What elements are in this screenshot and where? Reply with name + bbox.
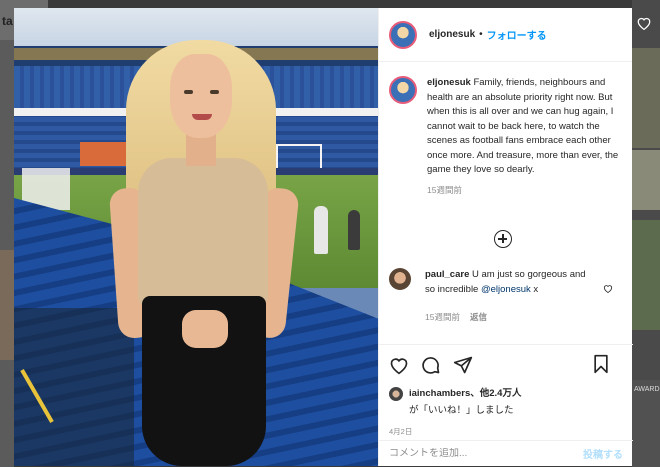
like-heart-icon[interactable] (389, 355, 409, 375)
photo-cameraman (314, 206, 328, 254)
bookmark-icon[interactable] (591, 354, 611, 374)
background-thumbnail: AWARD (632, 380, 660, 467)
caption-text: eljonesuk Family, friends, neighbours an… (427, 76, 623, 178)
post-date[interactable]: 4月2日 (389, 426, 623, 437)
likes-line2: が「いいね！」しました (409, 405, 514, 416)
photo-top (138, 158, 268, 308)
background-logo-text: ta (2, 14, 13, 28)
photo-mouth (192, 114, 212, 120)
caption-author-avatar[interactable] (389, 76, 417, 104)
background-left-strip (0, 0, 14, 467)
separator-dot: • (479, 29, 483, 40)
comment-text: paul_care U am just so gorgeous and so i… (425, 268, 595, 297)
comment-meta: 15週間前 返信 (425, 311, 595, 323)
photo-person (348, 210, 360, 250)
comment-bubble-icon[interactable] (421, 355, 441, 375)
likes-others-count[interactable]: 、他2.4万人 (470, 388, 521, 399)
background-thumbnail (632, 220, 660, 330)
load-more-comments-icon[interactable] (494, 230, 512, 248)
add-comment-bar: 投稿する (379, 440, 633, 466)
commenter-username[interactable]: paul_care (425, 269, 469, 280)
follow-button[interactable]: フォローする (487, 27, 547, 42)
photo-eye (210, 90, 219, 94)
post-actions: iainchambers、他2.4万人 が「いいね！」しました 4月2日 (379, 344, 633, 440)
post-modal: eljonesuk • フォローする eljonesuk Family, fri… (14, 8, 633, 466)
post-comment-button[interactable]: 投稿する (583, 446, 623, 461)
photo-hands (182, 310, 228, 348)
comment-like-heart-icon[interactable] (603, 280, 613, 294)
caption-row: eljonesuk Family, friends, neighbours an… (389, 76, 623, 196)
comments-section: eljonesuk Family, friends, neighbours an… (379, 62, 633, 344)
liker-avatar[interactable] (389, 387, 403, 401)
caption-author[interactable]: eljonesuk (427, 77, 471, 88)
comment-mention[interactable]: @eljonesuk (481, 284, 531, 295)
author-avatar[interactable] (389, 20, 417, 49)
photo-goal (276, 144, 322, 168)
add-comment-input[interactable] (389, 448, 583, 459)
caption-time[interactable]: 15週間前 (427, 184, 623, 196)
post-side-panel: eljonesuk • フォローする eljonesuk Family, fri… (378, 8, 633, 466)
photo-eye (184, 90, 193, 94)
commenter-avatar[interactable] (389, 268, 411, 290)
post-header: eljonesuk • フォローする (379, 8, 632, 62)
background-heart-icon (636, 16, 652, 31)
author-username[interactable]: eljonesuk (429, 29, 475, 40)
liker-username[interactable]: iainchambers (409, 388, 470, 399)
caption-body: Family, friends, neighbours and health a… (427, 77, 619, 175)
post-photo[interactable] (14, 8, 378, 466)
comment-suffix: x (530, 283, 539, 295)
photo-face (170, 54, 232, 138)
background-thumbnail (632, 48, 660, 148)
action-icons (389, 353, 623, 377)
background-thumb-text: AWARD (634, 386, 660, 393)
likes-summary: iainchambers、他2.4万人 (389, 387, 623, 401)
comment-item: paul_care U am just so gorgeous and so i… (389, 268, 623, 323)
share-paper-plane-icon[interactable] (453, 355, 473, 375)
reply-button[interactable]: 返信 (470, 312, 487, 322)
likes-line1: iainchambers、他2.4万人 (409, 388, 521, 400)
comment-time[interactable]: 15週間前 (425, 312, 460, 322)
background-thumbnail (632, 150, 660, 210)
background-thumbnail (0, 250, 14, 360)
